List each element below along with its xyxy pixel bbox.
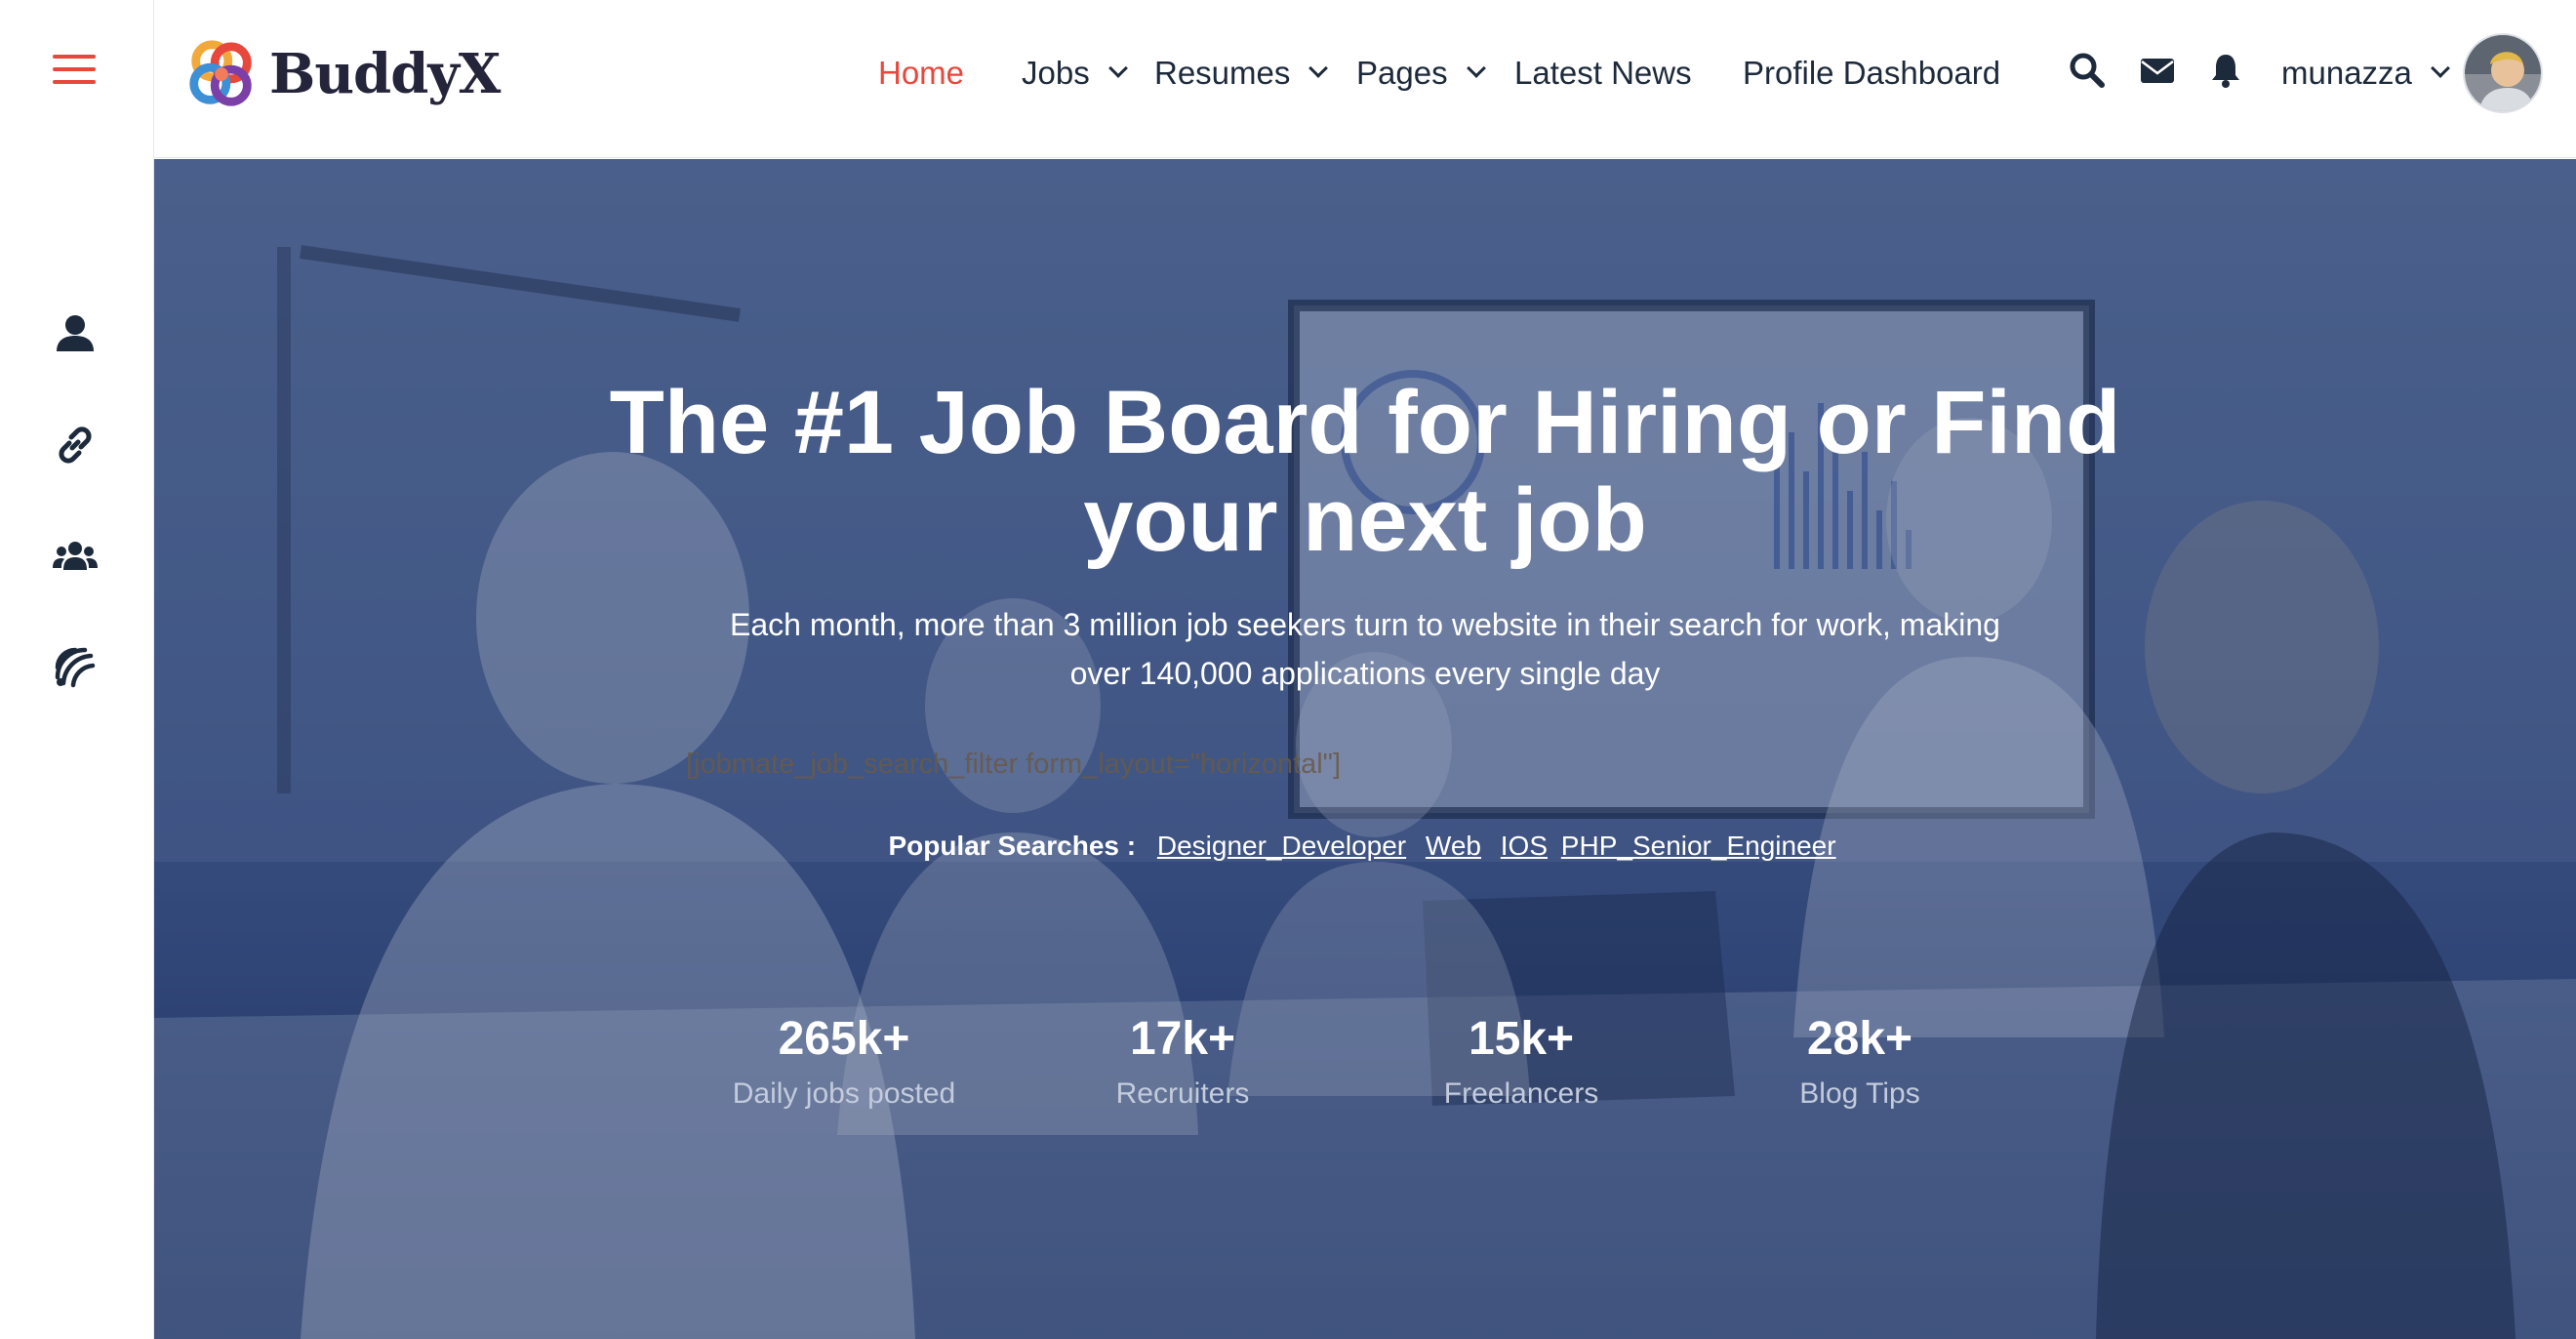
envelope-icon[interactable] — [2138, 51, 2177, 90]
stat-recruiters: 17k+ Recruiters — [1026, 1010, 1339, 1114]
popular-searches-label: Popular Searches : — [888, 831, 1137, 861]
nav-home[interactable]: Home — [878, 39, 964, 107]
nav-pages[interactable]: Pages — [1356, 39, 1486, 107]
activity-feed-icon[interactable] — [52, 644, 99, 691]
stat-label: Freelancers — [1443, 1077, 1599, 1110]
link-icon[interactable] — [52, 422, 99, 468]
nav-jobs[interactable]: Jobs — [1022, 39, 1128, 107]
user-avatar[interactable] — [2463, 33, 2543, 113]
popular-search-link-php-senior-engineer[interactable]: PHP_Senior_Engineer — [1561, 831, 1836, 861]
popular-search-link-web[interactable]: Web — [1426, 831, 1481, 861]
hero-subtitle: Each month, more than 3 million job seek… — [682, 600, 2048, 698]
stat-value: 265k+ — [778, 1013, 910, 1065]
nav-label: Latest News — [1514, 55, 1692, 91]
nav-profile-dashboard[interactable]: Profile Dashboard — [1743, 39, 2000, 107]
job-search-shortcode-text: [jobmate_job_search_filter form_layout="… — [686, 749, 1342, 780]
chevron-down-icon — [1107, 59, 1128, 78]
popular-searches: Popular Searches : Designer_Developer We… — [154, 831, 2576, 862]
chevron-down-icon — [1308, 59, 1329, 78]
nav-label: Resumes — [1154, 55, 1291, 91]
hero-section: The #1 Job Board for Hiring or Find your… — [154, 159, 2576, 1339]
nav-resumes[interactable]: Resumes — [1154, 39, 1329, 107]
users-group-icon[interactable] — [52, 533, 99, 580]
left-icon-rail — [0, 0, 154, 1339]
nav-label: Home — [878, 55, 965, 91]
stat-daily-jobs: 265k+ Daily jobs posted — [688, 1010, 1000, 1114]
stat-label: Daily jobs posted — [732, 1077, 956, 1110]
bell-icon[interactable] — [2206, 51, 2245, 90]
search-icon[interactable] — [2068, 51, 2107, 90]
popular-search-link-ios[interactable]: IOS — [1501, 831, 1548, 861]
user-menu[interactable]: munazza — [2281, 39, 2450, 107]
chevron-down-icon — [2431, 59, 2450, 78]
hero-title-line-2: your next job — [1083, 470, 1647, 570]
stat-value: 15k+ — [1468, 1013, 1575, 1065]
user-icon[interactable] — [52, 310, 99, 357]
hero-subtitle-line-2: over 140,000 applications every single d… — [1069, 656, 1661, 691]
hero-title: The #1 Job Board for Hiring or Find your… — [154, 374, 2576, 569]
hero-title-line-1: The #1 Job Board for Hiring or Find — [609, 373, 2121, 472]
stat-label: Recruiters — [1115, 1077, 1250, 1110]
nav-label: Pages — [1356, 55, 1448, 91]
nav-label: Profile Dashboard — [1743, 55, 2001, 91]
top-header: BuddyX Home Jobs Resumes Pages Latest Ne… — [154, 0, 2576, 158]
stat-value: 17k+ — [1129, 1013, 1236, 1065]
user-name: munazza — [2281, 55, 2412, 91]
popular-search-link-designer-developer[interactable]: Designer_Developer — [1157, 831, 1406, 861]
stat-label: Blog Tips — [1799, 1077, 1920, 1110]
hamburger-menu-icon[interactable] — [53, 55, 96, 84]
chevron-down-icon — [1466, 59, 1486, 78]
stat-value: 28k+ — [1806, 1013, 1913, 1065]
hero-subtitle-line-1: Each month, more than 3 million job seek… — [730, 607, 2000, 642]
stat-freelancers: 15k+ Freelancers — [1365, 1010, 1677, 1114]
nav-label: Jobs — [1022, 55, 1090, 91]
nav-latest-news[interactable]: Latest News — [1514, 39, 1692, 107]
stat-blog-tips: 28k+ Blog Tips — [1704, 1010, 2016, 1114]
